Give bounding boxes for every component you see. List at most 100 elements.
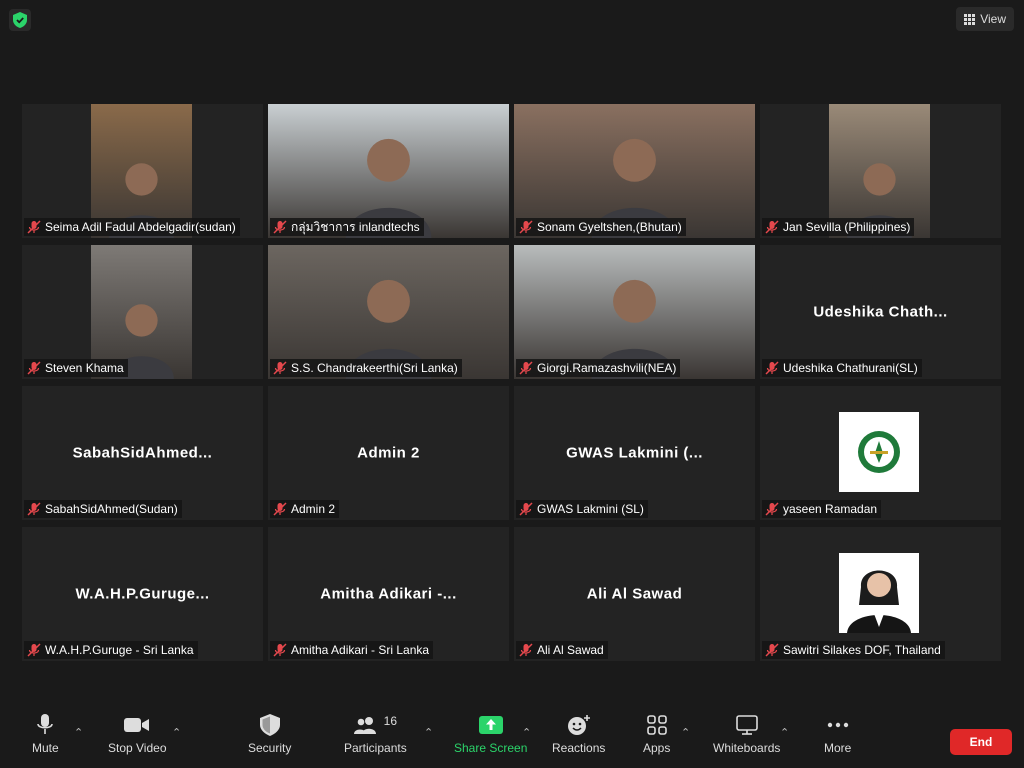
participant-name: Giorgi.Ramazashvili(NEA) [537,361,677,375]
participant-name: Steven Khama [45,361,124,375]
security-shield-icon[interactable] [9,9,31,31]
mic-muted-icon [519,220,533,234]
portrait-photo [839,553,919,633]
view-button[interactable]: View [956,7,1014,31]
participant-tile[interactable]: Ali Al Sawad Ali Al Sawad [514,527,755,661]
apps-icon [646,715,667,735]
mic-muted-icon [519,643,533,657]
participant-nameplate: GWAS Lakmini (SL) [516,500,648,518]
mic-muted-icon [27,220,41,234]
participant-name: GWAS Lakmini (SL) [537,502,644,516]
participant-nameplate: Sawitri Silakes DOF, Thailand [762,641,945,659]
participant-name: Amitha Adikari - Sri Lanka [291,643,430,657]
whiteboards-label: Whiteboards [713,741,781,755]
mic-muted-icon [765,361,779,375]
mic-muted-icon [27,643,41,657]
grid-icon [964,13,976,25]
participant-tile[interactable]: Admin 2 Admin 2 [268,386,509,520]
shield-icon [259,714,280,736]
mic-muted-icon [765,643,779,657]
participant-tile[interactable]: S.S. Chandrakeerthi(Sri Lanka) [268,245,509,379]
whiteboards-button[interactable]: Whiteboards [713,712,780,755]
participant-tile[interactable]: Giorgi.Ramazashvili(NEA) [514,245,755,379]
stop-video-label: Stop Video [108,741,167,755]
participant-tile[interactable]: Seima Adil Fadul Abdelgadir(sudan) [22,104,263,238]
mic-muted-icon [765,220,779,234]
mic-muted-icon [273,220,287,234]
view-label: View [980,12,1006,26]
mute-options-chevron-icon[interactable]: ⌃ [74,726,83,739]
participant-tile[interactable]: SabahSidAhmed... SabahSidAhmed(Sudan) [22,386,263,520]
apps-button[interactable]: Apps [643,712,670,755]
participant-nameplate: Admin 2 [270,500,340,518]
whiteboards-options-chevron-icon[interactable]: ⌃ [780,726,789,739]
participant-nameplate: Udeshika Chathurani(SL) [762,359,922,377]
participant-tile[interactable]: yaseen Ramadan [760,386,1001,520]
participant-avatar [839,412,919,492]
mute-label: Mute [32,741,59,755]
mic-muted-icon [273,502,287,516]
share-screen-button[interactable]: Share Screen [454,712,527,755]
meeting-toolbar: Mute ⌃ Stop Video ⌃ Security 16 Particip… [0,706,1024,768]
share-screen-icon [478,716,503,734]
participant-tile[interactable]: Steven Khama [22,245,263,379]
share-screen-label: Share Screen [454,741,528,755]
participant-nameplate: Steven Khama [24,359,128,377]
participant-name: SabahSidAhmed(Sudan) [45,502,178,516]
participant-display-name: W.A.H.P.Guruge... [75,585,210,603]
mic-muted-icon [519,502,533,516]
security-button[interactable]: Security [248,712,291,755]
mic-muted-icon [519,361,533,375]
stop-video-button[interactable]: Stop Video [108,712,167,755]
participant-tile[interactable]: Sawitri Silakes DOF, Thailand [760,527,1001,661]
participant-tile[interactable]: Sonam Gyeltshen,(Bhutan) [514,104,755,238]
video-options-chevron-icon[interactable]: ⌃ [172,726,181,739]
participant-tile[interactable]: กลุ่มวิชาการ inlandtechs [268,104,509,238]
smiley-icon [567,715,590,735]
participant-nameplate: yaseen Ramadan [762,500,882,518]
mic-muted-icon [273,643,287,657]
reactions-label: Reactions [552,741,606,755]
participant-nameplate: Ali Al Sawad [516,641,608,659]
participant-display-name: SabahSidAhmed... [72,444,213,462]
participant-nameplate: S.S. Chandrakeerthi(Sri Lanka) [270,359,462,377]
participant-nameplate: Seima Adil Fadul Abdelgadir(sudan) [24,218,240,236]
mic-muted-icon [27,502,41,516]
end-meeting-button[interactable]: End [950,729,1012,755]
participant-nameplate: กลุ่มวิชาการ inlandtechs [270,218,424,236]
participant-nameplate: SabahSidAhmed(Sudan) [24,500,182,518]
participant-name: W.A.H.P.Guruge - Sri Lanka [45,643,194,657]
participant-name: Seima Adil Fadul Abdelgadir(sudan) [45,220,236,234]
more-button[interactable]: More [824,712,851,755]
participant-nameplate: Amitha Adikari - Sri Lanka [270,641,434,659]
participants-options-chevron-icon[interactable]: ⌃ [424,726,433,739]
participants-button[interactable]: 16 Participants [344,712,407,755]
participant-tile[interactable]: Jan Sevilla (Philippines) [760,104,1001,238]
participant-name: Sawitri Silakes DOF, Thailand [783,643,941,657]
participant-name: S.S. Chandrakeerthi(Sri Lanka) [291,361,458,375]
participant-tile[interactable]: W.A.H.P.Guruge... W.A.H.P.Guruge - Sri La… [22,527,263,661]
participant-count: 16 [383,714,398,728]
participant-name: yaseen Ramadan [783,502,878,516]
whiteboard-icon [735,715,758,735]
participant-tile[interactable]: Amitha Adikari -... Amitha Adikari - Sri … [268,527,509,661]
participant-nameplate: Sonam Gyeltshen,(Bhutan) [516,218,686,236]
participant-tile[interactable]: Udeshika Chath... Udeshika Chathurani(SL) [760,245,1001,379]
more-label: More [824,741,852,755]
participants-icon [353,717,376,734]
participants-label: Participants [344,741,407,755]
participant-tile[interactable]: GWAS Lakmini (... GWAS Lakmini (SL) [514,386,755,520]
mute-button[interactable]: Mute [32,712,59,755]
reactions-button[interactable]: Reactions [552,712,605,755]
security-label: Security [248,741,292,755]
share-options-chevron-icon[interactable]: ⌃ [522,726,531,739]
participant-display-name: Udeshika Chath... [813,303,948,321]
apps-options-chevron-icon[interactable]: ⌃ [681,726,690,739]
participant-display-name: Amitha Adikari -... [320,585,457,603]
emblem-icon [858,431,900,473]
participant-name: Jan Sevilla (Philippines) [783,220,911,234]
video-camera-icon [124,718,150,732]
mic-muted-icon [27,361,41,375]
participant-display-name: GWAS Lakmini (... [566,444,703,462]
participant-name: กลุ่มวิชาการ inlandtechs [291,219,420,234]
